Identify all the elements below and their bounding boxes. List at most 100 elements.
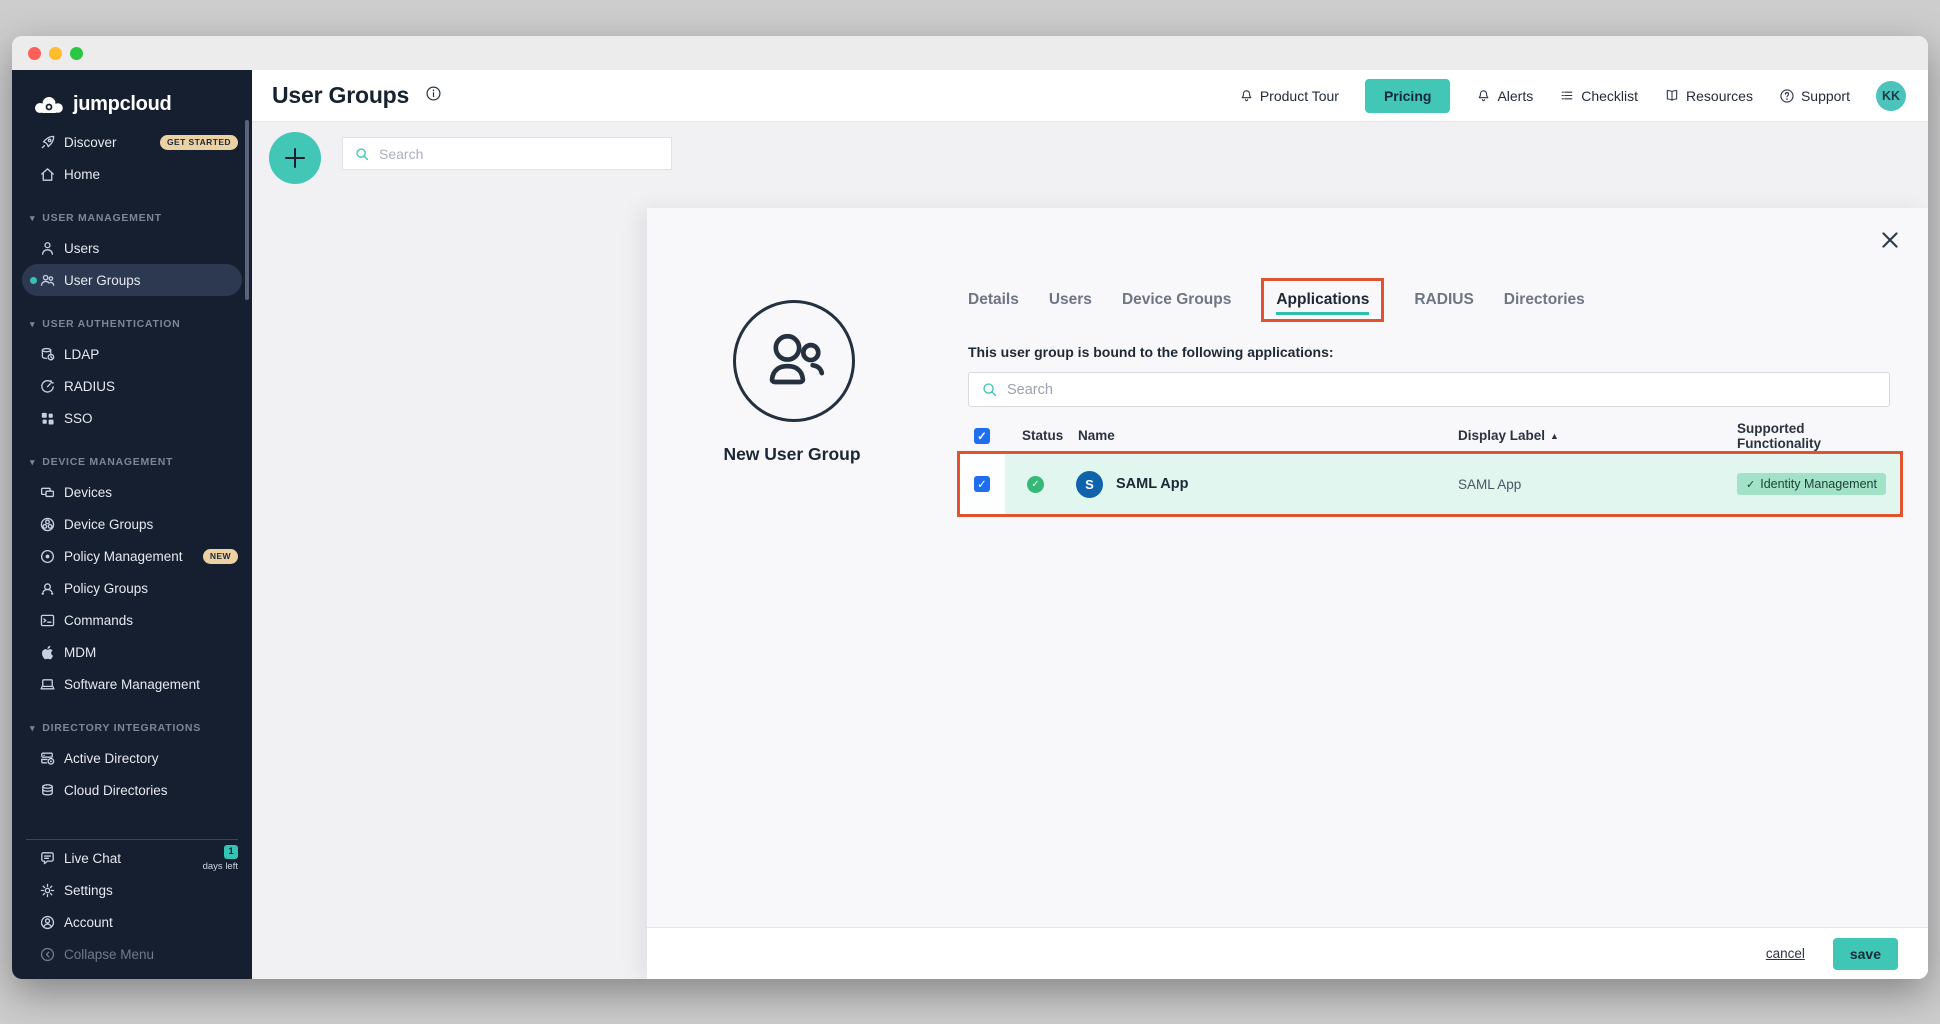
sidebar-item-account[interactable]: Account bbox=[12, 906, 252, 938]
sidebar-item-settings[interactable]: Settings bbox=[12, 874, 252, 906]
sidebar-item-users[interactable]: Users bbox=[12, 232, 252, 264]
minimize-window-button[interactable] bbox=[49, 47, 62, 60]
sidebar-item-commands[interactable]: Commands bbox=[12, 604, 252, 636]
app-window: jumpcloud Discover GET STARTED Home ▾ US… bbox=[12, 36, 1928, 979]
sidebar-section-user-management[interactable]: ▾ USER MANAGEMENT bbox=[12, 204, 252, 232]
new-badge: NEW bbox=[203, 549, 238, 564]
checklist-button[interactable]: Checklist bbox=[1559, 88, 1638, 104]
sidebar-item-label: Commands bbox=[64, 613, 133, 628]
sidebar-item-sso[interactable]: SSO bbox=[12, 402, 252, 434]
sidebar-section-directory-integrations[interactable]: ▾ DIRECTORY INTEGRATIONS bbox=[12, 714, 252, 742]
pricing-button[interactable]: Pricing bbox=[1365, 79, 1450, 113]
database-clock-icon bbox=[38, 345, 56, 363]
devices-icon bbox=[38, 483, 56, 501]
application-row-annotation-box[interactable]: ✓ ✓ S SAML App SAML App ✓ Identity Manag… bbox=[957, 451, 1903, 517]
checklist-label: Checklist bbox=[1581, 88, 1638, 104]
section-label: DIRECTORY INTEGRATIONS bbox=[42, 722, 201, 734]
sidebar-item-cloud-directories[interactable]: Cloud Directories bbox=[12, 774, 252, 806]
user-avatar[interactable]: KK bbox=[1876, 81, 1906, 111]
close-icon[interactable] bbox=[1878, 228, 1902, 252]
sidebar-item-radius[interactable]: RADIUS bbox=[12, 370, 252, 402]
functionality-badge: ✓ Identity Management bbox=[1737, 473, 1886, 495]
cloud-db-icon bbox=[38, 781, 56, 799]
column-header-display-label[interactable]: Display Label ▲ bbox=[1454, 428, 1733, 443]
page-header: User Groups Product Tour Pricing Alerts … bbox=[252, 70, 1928, 122]
maximize-window-button[interactable] bbox=[70, 47, 83, 60]
sidebar-item-user-groups[interactable]: User Groups bbox=[22, 264, 242, 296]
select-all-checkbox[interactable]: ✓ bbox=[974, 428, 990, 444]
sidebar-item-label: Policy Groups bbox=[64, 581, 148, 596]
sidebar-item-label: Settings bbox=[64, 883, 113, 898]
applications-search-input[interactable] bbox=[1007, 382, 1877, 398]
bell-icon bbox=[1239, 88, 1254, 104]
sidebar-item-discover[interactable]: Discover GET STARTED bbox=[12, 126, 252, 158]
tab-device-groups[interactable]: Device Groups bbox=[1122, 291, 1231, 309]
column-header-name[interactable]: Name bbox=[1074, 428, 1454, 443]
display-label-value: SAML App bbox=[1454, 477, 1733, 492]
tab-details[interactable]: Details bbox=[968, 291, 1019, 309]
cancel-button[interactable]: cancel bbox=[1766, 946, 1805, 961]
tab-radius[interactable]: RADIUS bbox=[1414, 291, 1473, 309]
column-header-status[interactable]: Status bbox=[1018, 428, 1074, 443]
support-label: Support bbox=[1801, 88, 1850, 104]
tab-users[interactable]: Users bbox=[1049, 291, 1092, 309]
chevron-down-icon: ▾ bbox=[30, 213, 35, 224]
sidebar-item-device-groups[interactable]: Device Groups bbox=[12, 508, 252, 540]
sidebar-item-active-directory[interactable]: Active Directory bbox=[12, 742, 252, 774]
tab-directories[interactable]: Directories bbox=[1504, 291, 1585, 309]
check-icon: ✓ bbox=[1746, 478, 1755, 491]
close-window-button[interactable] bbox=[28, 47, 41, 60]
sidebar-scrollbar[interactable] bbox=[245, 120, 249, 300]
sidebar-item-home[interactable]: Home bbox=[12, 158, 252, 190]
add-user-group-button[interactable] bbox=[269, 132, 321, 184]
sidebar-item-live-chat[interactable]: Live Chat 1 days left bbox=[12, 842, 252, 874]
sidebar-section-user-authentication[interactable]: ▾ USER AUTHENTICATION bbox=[12, 310, 252, 338]
status-active-icon: ✓ bbox=[1027, 476, 1044, 493]
product-tour-label: Product Tour bbox=[1260, 88, 1339, 104]
section-label: USER AUTHENTICATION bbox=[42, 318, 180, 330]
sidebar-item-policy-management[interactable]: Policy Management NEW bbox=[12, 540, 252, 572]
save-button[interactable]: save bbox=[1833, 938, 1898, 970]
applications-tab-annotation-box: Applications bbox=[1261, 278, 1384, 322]
sidebar-item-mdm[interactable]: MDM bbox=[12, 636, 252, 668]
support-button[interactable]: Support bbox=[1779, 88, 1850, 104]
column-header-functionality[interactable]: Supported Functionality bbox=[1733, 421, 1890, 451]
grid-icon bbox=[38, 409, 56, 427]
checklist-icon bbox=[1559, 88, 1575, 103]
chevron-down-icon: ▾ bbox=[30, 319, 35, 330]
tab-applications[interactable]: Applications bbox=[1276, 291, 1369, 315]
user-group-glyph-icon bbox=[750, 319, 838, 403]
home-icon bbox=[38, 165, 56, 183]
group-list-search-input[interactable]: Search bbox=[342, 137, 672, 170]
chat-icon bbox=[38, 849, 56, 867]
target-icon bbox=[38, 547, 56, 565]
sidebar-item-label: Collapse Menu bbox=[64, 947, 154, 962]
row-checkbox[interactable]: ✓ bbox=[974, 476, 990, 492]
sidebar-item-label: LDAP bbox=[64, 347, 99, 362]
bound-applications-description: This user group is bound to the followin… bbox=[968, 344, 1334, 360]
alerts-button[interactable]: Alerts bbox=[1476, 88, 1533, 104]
device-group-icon bbox=[38, 515, 56, 533]
panel-footer: cancel save bbox=[647, 927, 1928, 979]
sidebar-item-label: Account bbox=[64, 915, 113, 930]
saml-app-icon: S bbox=[1076, 471, 1103, 498]
chevron-down-icon: ▾ bbox=[30, 457, 35, 468]
sidebar-item-ldap[interactable]: LDAP bbox=[12, 338, 252, 370]
sidebar-item-label: Policy Management bbox=[64, 549, 183, 564]
main-area: User Groups Product Tour Pricing Alerts … bbox=[252, 70, 1928, 979]
sidebar-item-policy-groups[interactable]: Policy Groups bbox=[12, 572, 252, 604]
sidebar-item-label: SSO bbox=[64, 411, 93, 426]
sidebar-item-collapse-menu[interactable]: Collapse Menu bbox=[12, 938, 252, 970]
sidebar-item-software-management[interactable]: Software Management bbox=[12, 668, 252, 700]
product-tour-button[interactable]: Product Tour bbox=[1239, 88, 1339, 104]
sidebar-item-label: MDM bbox=[64, 645, 96, 660]
sidebar-item-label: Software Management bbox=[64, 677, 200, 692]
alerts-label: Alerts bbox=[1497, 88, 1533, 104]
user-group-panel: New User Group Details Users Device Grou… bbox=[647, 208, 1928, 979]
sidebar: jumpcloud Discover GET STARTED Home ▾ US… bbox=[12, 70, 252, 979]
resources-button[interactable]: Resources bbox=[1664, 88, 1753, 104]
sidebar-section-device-management[interactable]: ▾ DEVICE MANAGEMENT bbox=[12, 448, 252, 476]
terminal-icon bbox=[38, 611, 56, 629]
info-icon[interactable] bbox=[425, 85, 442, 107]
sidebar-item-devices[interactable]: Devices bbox=[12, 476, 252, 508]
